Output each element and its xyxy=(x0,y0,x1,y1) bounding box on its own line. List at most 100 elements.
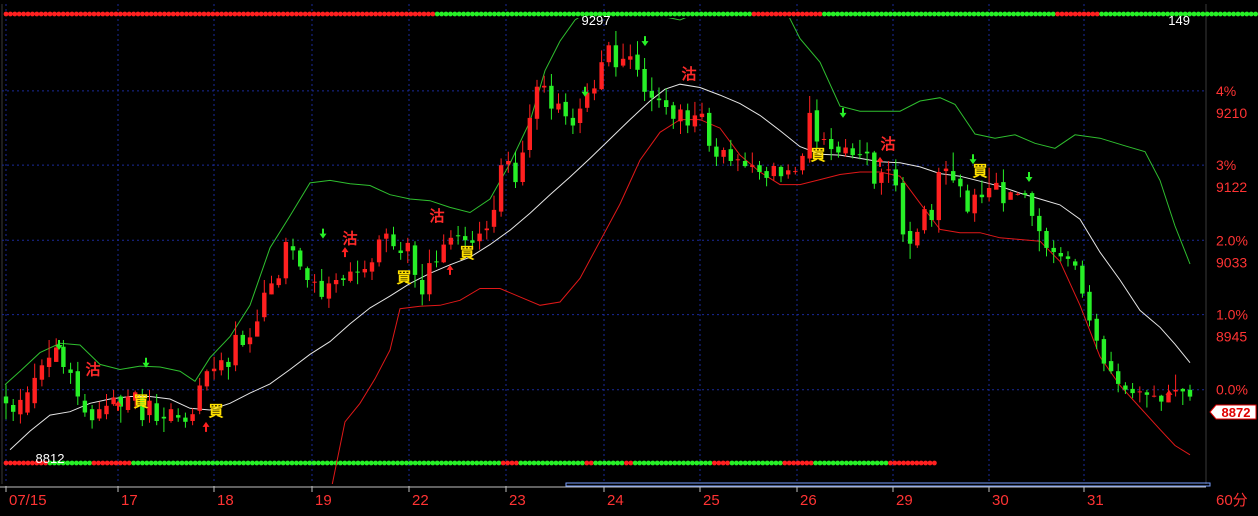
top-dot xyxy=(399,11,405,17)
bottom-dot xyxy=(223,460,229,466)
top-dot xyxy=(1213,11,1219,17)
top-dot xyxy=(800,11,805,17)
bottom-dot xyxy=(624,460,629,466)
bottom-dot xyxy=(558,460,563,466)
top-dot xyxy=(720,11,726,17)
top-dot xyxy=(175,11,181,17)
x-tick-label: 19 xyxy=(315,492,332,509)
top-dot xyxy=(214,11,220,17)
top-dot xyxy=(685,11,691,17)
top-dot xyxy=(954,11,959,17)
bottom-dot xyxy=(681,460,686,466)
top-dot xyxy=(756,11,761,17)
candle-body xyxy=(750,165,755,167)
bottom-dot xyxy=(654,460,660,466)
top-dot xyxy=(47,11,53,17)
top-dot xyxy=(254,11,260,17)
top-dot xyxy=(888,11,893,17)
y-price-label: 9210 xyxy=(1216,105,1247,121)
bottom-dot xyxy=(914,460,920,466)
bottom-dot xyxy=(892,460,898,466)
bottom-dot xyxy=(813,460,818,466)
top-dot xyxy=(874,11,880,17)
top-dot xyxy=(549,11,554,17)
top-dot xyxy=(170,11,176,17)
sell-signal-label: 沽 xyxy=(681,65,696,83)
candlestick-chart[interactable]: 沽買買沽買沽買沽買沽買 9297 8812 149 07/15 17 18 19 22 23 24… xyxy=(0,0,1258,511)
top-dot xyxy=(241,11,247,17)
y-percent-label: 4% xyxy=(1216,83,1236,99)
candle-body xyxy=(1144,392,1150,395)
top-dot xyxy=(1125,11,1131,17)
candle-body xyxy=(886,169,891,171)
candle-body xyxy=(642,69,647,92)
bottom-dot xyxy=(188,460,194,466)
top-dot xyxy=(1020,11,1025,17)
top-dot xyxy=(404,11,409,17)
top-dot xyxy=(1156,11,1162,17)
x-tick-label: 26 xyxy=(800,492,817,509)
bottom-dot xyxy=(778,460,783,466)
candle-body xyxy=(728,149,733,161)
chart-canvas[interactable]: 沽買買沽買沽買沽買沽買92978812149 07/15 17 18 19 22 23 24… xyxy=(0,0,1258,511)
candle-body xyxy=(836,146,841,153)
bottom-dot xyxy=(280,460,286,466)
top-dot xyxy=(822,11,827,17)
bottom-dot xyxy=(637,460,642,466)
bottom-dot xyxy=(839,460,845,466)
candle-body xyxy=(1159,395,1164,402)
candle-body xyxy=(405,242,410,252)
candle-body xyxy=(1001,182,1006,204)
bottom-dot xyxy=(298,460,304,466)
top-dot xyxy=(355,11,361,17)
bottom-dot xyxy=(707,460,713,466)
y-price-label: 9122 xyxy=(1216,179,1247,195)
top-dot xyxy=(74,11,79,17)
top-dot xyxy=(228,11,233,17)
top-dot xyxy=(311,11,317,17)
bottom-dot xyxy=(597,460,603,466)
bottom-dot xyxy=(175,460,181,466)
sell-signal-label: 沽 xyxy=(880,135,895,153)
candle-body xyxy=(283,242,289,279)
bottom-dot xyxy=(888,460,893,466)
top-dot xyxy=(131,11,137,17)
bottom-dot xyxy=(192,460,198,466)
bottom-dot xyxy=(672,460,678,466)
top-dot xyxy=(1094,11,1100,17)
bottom-dot xyxy=(210,460,216,466)
bottom-dot xyxy=(263,460,268,466)
candle-body xyxy=(771,166,776,177)
candle-body xyxy=(197,385,202,411)
candle-body xyxy=(1123,385,1128,390)
bottom-dot xyxy=(30,460,35,466)
top-dot xyxy=(962,11,968,17)
top-dot xyxy=(483,11,488,17)
top-dot xyxy=(751,11,757,17)
candle-body xyxy=(204,371,210,387)
candle-body xyxy=(907,231,913,244)
top-dot xyxy=(382,11,387,17)
bottom-dot xyxy=(104,460,110,466)
top-dot xyxy=(30,11,35,17)
y-percent-label: 2.0% xyxy=(1216,232,1248,248)
top-dot xyxy=(166,11,172,17)
bottom-dot xyxy=(751,460,757,466)
candle-body xyxy=(61,346,66,367)
candle-body xyxy=(448,237,454,245)
top-dot xyxy=(250,11,255,17)
candle-body xyxy=(326,283,332,299)
candle-body xyxy=(262,292,267,318)
x-tick-label: 30 xyxy=(992,492,1009,509)
bottom-dot xyxy=(822,460,827,466)
candle-body xyxy=(1080,265,1085,294)
top-dot xyxy=(659,11,664,17)
candle-body xyxy=(11,405,16,412)
top-dot xyxy=(791,11,796,17)
bottom-dot xyxy=(584,460,590,466)
candle-body xyxy=(599,62,604,90)
top-dot xyxy=(408,11,414,17)
bottom-dot xyxy=(157,460,163,466)
top-dot xyxy=(360,11,365,17)
top-dot xyxy=(527,11,532,17)
